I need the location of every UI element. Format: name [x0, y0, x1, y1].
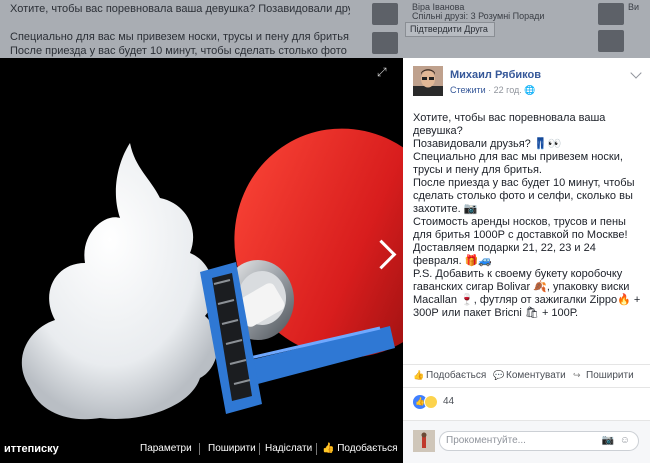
post-photo — [21, 128, 403, 420]
post-actions: 👍 Подобається 💬 Коментувати ↪ Поширити — [403, 364, 650, 388]
post-line: Хотите, чтобы вас поревновала ваша девуш… — [413, 112, 606, 137]
like-label: Подобається — [337, 443, 398, 454]
comment-action[interactable]: 💬 Коментувати — [493, 370, 566, 381]
follow-link[interactable]: Стежити — [450, 85, 486, 95]
bg-post-line: Специально для вас мы привезем носки, тр… — [10, 31, 350, 43]
post-line: Стоимость аренды носков, трусов и пены д… — [413, 216, 628, 241]
divider — [316, 443, 317, 455]
post-line: Специально для вас мы привезем носки, тр… — [413, 151, 623, 176]
options-button[interactable]: Параметри — [140, 443, 192, 454]
current-user-avatar-image — [413, 430, 435, 452]
share-action-label: Поширити — [586, 370, 634, 381]
comment-action-label: Коментувати — [506, 370, 566, 381]
post-meta: Стежити · 22 год. 🌐 — [450, 85, 536, 96]
post-time[interactable]: 22 год. — [494, 85, 522, 95]
comment-composer: Прокоментуйте... 📷 ☺ — [403, 420, 650, 463]
post-panel: Михаил Рябиков Стежити · 22 год. 🌐 Хотит… — [403, 58, 650, 463]
share-action[interactable]: ↪ Поширити — [573, 370, 634, 381]
author-name[interactable]: Михаил Рябиков — [450, 69, 541, 81]
camera-icon[interactable]: 📷 — [602, 435, 614, 446]
globe-icon: 🌐 — [524, 85, 536, 95]
share-button[interactable]: Поширити — [208, 443, 256, 454]
reaction-count: 44 — [443, 396, 455, 407]
haha-reaction-icon — [424, 395, 438, 409]
expand-icon[interactable]: ⤢ — [377, 66, 389, 78]
comment-icon: 💬 — [493, 370, 505, 380]
post-line: Позавидовали друзья? 👖👀 — [413, 138, 562, 150]
bg-thumbnail — [598, 3, 624, 25]
chevron-right-icon[interactable] — [371, 236, 389, 276]
smiley-icon[interactable]: ☺ — [620, 435, 630, 446]
photo-action-bar: иттеписку Параметри Поширити Надіслати 👍… — [0, 429, 403, 463]
avatar[interactable] — [413, 66, 443, 96]
bg-thumbnail — [372, 3, 398, 25]
comment-placeholder: Прокоментуйте... — [446, 435, 526, 446]
comment-input[interactable]: Прокоментуйте... 📷 ☺ — [439, 431, 639, 451]
bg-side-sub: Спільні друзі: 3 Розумні Поради — [412, 11, 545, 21]
avatar-image — [413, 66, 443, 96]
current-user-avatar — [413, 430, 435, 452]
share-icon: ↪ — [573, 370, 581, 380]
photo-caption: иттеписку — [4, 443, 59, 455]
bg-confirm-friend-button: Підтвердити Друга — [405, 22, 495, 37]
divider — [199, 443, 200, 455]
like-button[interactable]: 👍 Подобається — [322, 443, 398, 454]
post-line: Доставляем подарки 21, 22, 23 и 24 февра… — [413, 242, 596, 267]
bg-thumbnail — [372, 32, 398, 54]
send-button[interactable]: Надіслати — [265, 443, 312, 454]
like-action-label: Подобається — [426, 370, 487, 381]
background-feed: Хотите, чтобы вас поревновала ваша девуш… — [0, 0, 650, 58]
thumbs-up-icon: 👍 — [322, 443, 338, 454]
bg-side-sub: Ви — [628, 2, 640, 12]
post-line: После приезда у вас будет 10 минут, чтоб… — [413, 177, 635, 215]
divider — [259, 443, 260, 455]
chevron-down-icon[interactable] — [630, 67, 642, 79]
post-text: Хотите, чтобы вас поревновала ваша девуш… — [413, 112, 645, 320]
thumbs-up-icon: 👍 — [413, 370, 425, 380]
photo-stage[interactable]: ⤢ иттеписку Параметри Поширити Надіслати… — [0, 58, 403, 463]
bg-thumbnail — [598, 30, 624, 52]
post-line: P.S. Добавить к своему букету коробочку … — [413, 268, 641, 319]
bg-post-line: Хотите, чтобы вас поревновала ваша девуш… — [10, 3, 350, 15]
bg-post-line: После приезда у вас будет 10 минут, чтоб… — [10, 45, 350, 57]
like-action[interactable]: 👍 Подобається — [413, 370, 486, 381]
